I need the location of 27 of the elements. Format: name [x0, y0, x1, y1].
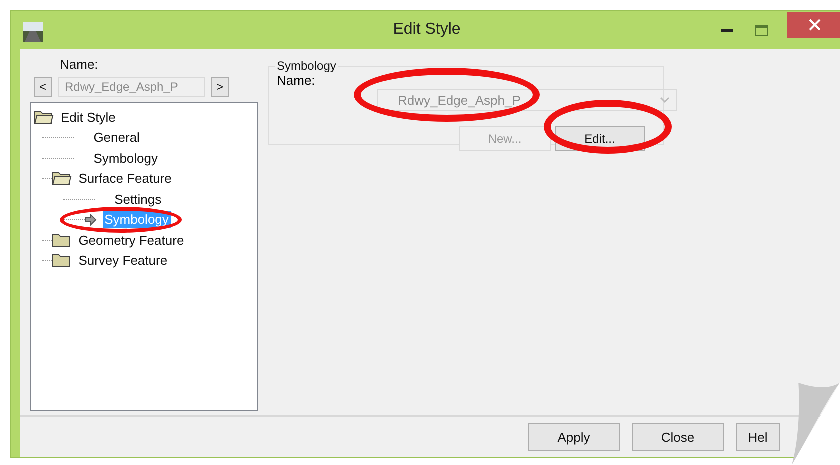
road-icon [23, 22, 43, 42]
tree-item[interactable]: General [92, 129, 142, 146]
folder-icon [52, 171, 72, 186]
folder-icon [52, 232, 72, 248]
dropdown-value: Rdwy_Edge_Asph_P [398, 92, 521, 108]
name-label: Name: [277, 73, 316, 88]
tree-item[interactable]: Edit Style [59, 108, 118, 126]
minimize-icon[interactable] [721, 28, 733, 32]
dialog-button[interactable]: Apply [528, 423, 620, 451]
tree-item[interactable]: Settings [112, 190, 164, 208]
close-icon[interactable] [787, 12, 840, 38]
maximize-icon[interactable] [755, 24, 768, 36]
group-title: Symbology [276, 59, 338, 73]
folder-icon [34, 110, 54, 125]
page-curl-icon [792, 383, 840, 465]
tree-item[interactable]: Survey Feature [76, 252, 170, 270]
folder-icon [52, 253, 72, 268]
dialog-button[interactable]: Hel [736, 423, 780, 451]
dialog-button[interactable]: Close [632, 423, 724, 451]
tree-item[interactable]: Symbology [92, 150, 160, 167]
window-title: Edit Style [393, 21, 461, 39]
tree-item[interactable]: Geometry Feature [76, 232, 186, 249]
next-button[interactable]: > [211, 77, 229, 97]
tree-item[interactable]: Surface Feature [76, 170, 174, 188]
chevron-icon [660, 97, 670, 103]
previous-button[interactable]: < [34, 77, 52, 97]
name-label: Name: [60, 57, 100, 72]
